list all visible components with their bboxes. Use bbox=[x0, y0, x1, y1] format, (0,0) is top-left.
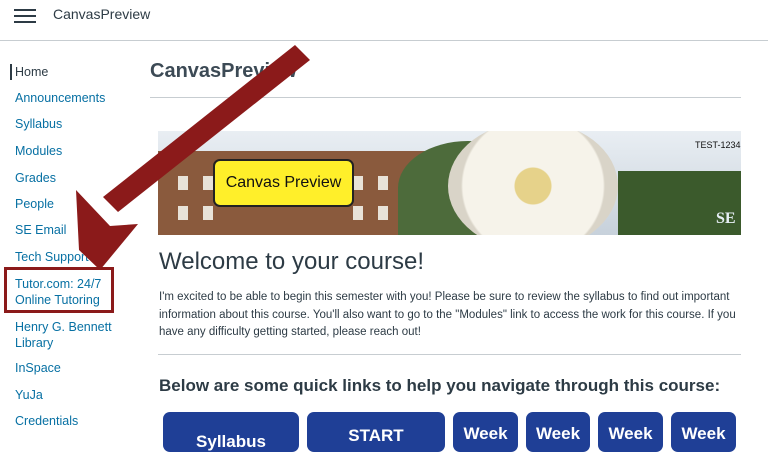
quick-link-week[interactable]: Week bbox=[598, 412, 663, 452]
nav-item-credentials[interactable]: Credentials bbox=[0, 413, 78, 429]
divider bbox=[158, 354, 741, 355]
nav-item-announcements[interactable]: Announcements bbox=[0, 90, 105, 106]
divider bbox=[150, 97, 741, 98]
banner-badge: Canvas Preview bbox=[213, 159, 354, 207]
nav-item-syllabus[interactable]: Syllabus bbox=[0, 116, 62, 132]
quick-link-week[interactable]: Week bbox=[671, 412, 736, 452]
quick-links-heading: Below are some quick links to help you n… bbox=[159, 376, 721, 395]
quick-link-syllabus[interactable]: Syllabus bbox=[163, 412, 299, 452]
nav-item-people[interactable]: People bbox=[0, 196, 54, 212]
tutoring-highlight-box bbox=[4, 267, 114, 313]
nav-item-grades[interactable]: Grades bbox=[0, 170, 56, 186]
quick-link-week[interactable]: Week bbox=[526, 412, 590, 452]
nav-item-se-email[interactable]: SE Email bbox=[0, 222, 66, 238]
course-code: TEST-1234 bbox=[695, 140, 741, 150]
nav-item-yuja[interactable]: YuJa bbox=[0, 387, 43, 403]
se-logo: SE bbox=[716, 210, 736, 227]
quick-link-week[interactable]: Week bbox=[453, 412, 518, 452]
top-bar: CanvasPreview bbox=[0, 0, 768, 41]
hamburger-menu-icon[interactable] bbox=[14, 6, 36, 24]
nav-item-library[interactable]: Henry G. Bennett Library bbox=[0, 319, 125, 351]
nav-item-home[interactable]: Home bbox=[10, 64, 48, 80]
nav-item-inspace[interactable]: InSpace bbox=[0, 360, 61, 376]
nav-item-modules[interactable]: Modules bbox=[0, 143, 62, 159]
welcome-heading: Welcome to your course! bbox=[159, 248, 424, 275]
breadcrumb[interactable]: CanvasPreview bbox=[53, 6, 150, 22]
page-title: CanvasPreview bbox=[150, 60, 297, 82]
quick-link-start[interactable]: START bbox=[307, 412, 445, 452]
nav-item-tech-support[interactable]: Tech Support bbox=[0, 249, 89, 265]
intro-text: I'm excited to be able to begin this sem… bbox=[159, 291, 736, 338]
